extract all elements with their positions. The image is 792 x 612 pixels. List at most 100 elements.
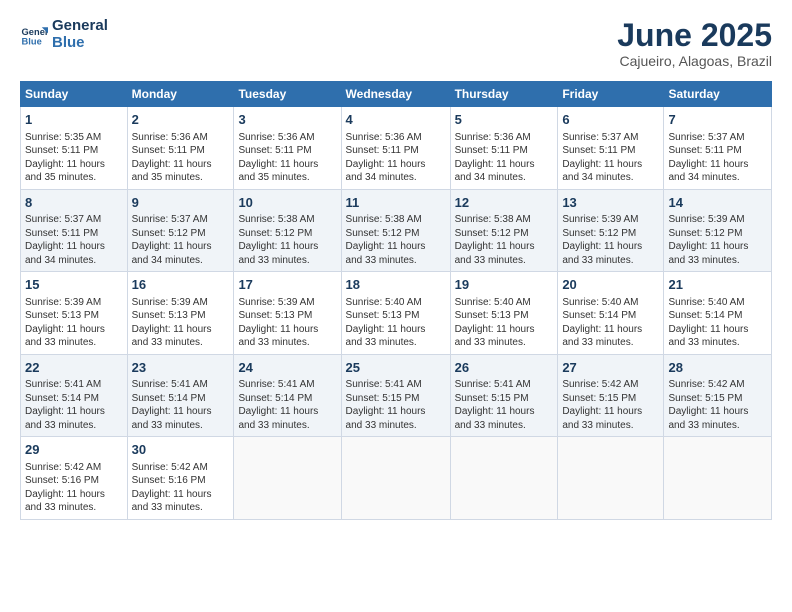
month-title: June 2025 [617, 18, 772, 53]
day-info-line: Daylight: 11 hours [25, 488, 123, 502]
day-info-line: and 34 minutes. [455, 171, 554, 185]
day-number: 17 [238, 276, 336, 294]
day-info-line: Daylight: 11 hours [238, 323, 336, 337]
day-info-line: Daylight: 11 hours [238, 158, 336, 172]
day-info-line: and 33 minutes. [562, 419, 659, 433]
day-info-line: Daylight: 11 hours [668, 158, 767, 172]
day-info-line: and 33 minutes. [346, 254, 446, 268]
day-info-line: Sunrise: 5:39 AM [132, 296, 230, 310]
day-number: 9 [132, 194, 230, 212]
day-info-line: Sunset: 5:13 PM [238, 309, 336, 323]
day-info-line: Sunrise: 5:38 AM [238, 213, 336, 227]
day-number: 30 [132, 441, 230, 459]
calendar-cell: 13Sunrise: 5:39 AMSunset: 5:12 PMDayligh… [558, 189, 664, 272]
day-info-line: Sunset: 5:13 PM [25, 309, 123, 323]
header-row: SundayMondayTuesdayWednesdayThursdayFrid… [21, 82, 772, 107]
calendar-cell: 22Sunrise: 5:41 AMSunset: 5:14 PMDayligh… [21, 354, 128, 437]
day-number: 15 [25, 276, 123, 294]
calendar-cell: 6Sunrise: 5:37 AMSunset: 5:11 PMDaylight… [558, 107, 664, 190]
day-info-line: Daylight: 11 hours [455, 405, 554, 419]
day-info-line: Sunrise: 5:38 AM [455, 213, 554, 227]
day-info-line: Sunrise: 5:40 AM [346, 296, 446, 310]
day-info-line: Sunrise: 5:36 AM [346, 131, 446, 145]
day-info-line: Sunrise: 5:41 AM [238, 378, 336, 392]
day-info-line: Sunrise: 5:42 AM [25, 461, 123, 475]
day-info-line: and 35 minutes. [132, 171, 230, 185]
calendar-cell: 2Sunrise: 5:36 AMSunset: 5:11 PMDaylight… [127, 107, 234, 190]
day-info-line: and 33 minutes. [25, 501, 123, 515]
day-number: 25 [346, 359, 446, 377]
calendar-cell: 10Sunrise: 5:38 AMSunset: 5:12 PMDayligh… [234, 189, 341, 272]
day-number: 29 [25, 441, 123, 459]
calendar-cell: 7Sunrise: 5:37 AMSunset: 5:11 PMDaylight… [664, 107, 772, 190]
header-day-friday: Friday [558, 82, 664, 107]
header-day-sunday: Sunday [21, 82, 128, 107]
day-info-line: Sunrise: 5:41 AM [132, 378, 230, 392]
day-info-line: Daylight: 11 hours [562, 158, 659, 172]
day-info-line: Sunset: 5:11 PM [25, 144, 123, 158]
day-info-line: Sunset: 5:14 PM [132, 392, 230, 406]
day-info-line: Sunset: 5:13 PM [346, 309, 446, 323]
calendar-week-3: 15Sunrise: 5:39 AMSunset: 5:13 PMDayligh… [21, 272, 772, 355]
day-info-line: Sunset: 5:11 PM [455, 144, 554, 158]
logo: General Blue General Blue [20, 18, 108, 51]
day-info-line: Sunset: 5:11 PM [132, 144, 230, 158]
calendar-cell [341, 437, 450, 520]
day-number: 26 [455, 359, 554, 377]
calendar-week-5: 29Sunrise: 5:42 AMSunset: 5:16 PMDayligh… [21, 437, 772, 520]
day-info-line: and 33 minutes. [455, 336, 554, 350]
header-day-saturday: Saturday [664, 82, 772, 107]
day-info-line: Sunrise: 5:36 AM [132, 131, 230, 145]
day-info-line: Daylight: 11 hours [668, 323, 767, 337]
calendar-cell: 25Sunrise: 5:41 AMSunset: 5:15 PMDayligh… [341, 354, 450, 437]
logo-blue: Blue [52, 35, 85, 52]
day-number: 5 [455, 111, 554, 129]
day-info-line: Sunset: 5:15 PM [455, 392, 554, 406]
calendar-cell: 23Sunrise: 5:41 AMSunset: 5:14 PMDayligh… [127, 354, 234, 437]
calendar-cell: 27Sunrise: 5:42 AMSunset: 5:15 PMDayligh… [558, 354, 664, 437]
day-info-line: Sunrise: 5:41 AM [455, 378, 554, 392]
day-info-line: Daylight: 11 hours [562, 323, 659, 337]
day-info-line: and 33 minutes. [346, 336, 446, 350]
day-info-line: Daylight: 11 hours [238, 240, 336, 254]
day-number: 10 [238, 194, 336, 212]
day-info-line: Daylight: 11 hours [668, 240, 767, 254]
day-info-line: and 33 minutes. [346, 419, 446, 433]
day-info-line: and 33 minutes. [668, 336, 767, 350]
calendar-cell [664, 437, 772, 520]
day-info-line: Daylight: 11 hours [132, 323, 230, 337]
day-info-line: Sunset: 5:12 PM [238, 227, 336, 241]
day-number: 16 [132, 276, 230, 294]
day-number: 22 [25, 359, 123, 377]
day-info-line: Sunset: 5:11 PM [25, 227, 123, 241]
day-number: 8 [25, 194, 123, 212]
day-info-line: Sunrise: 5:36 AM [455, 131, 554, 145]
calendar-cell: 5Sunrise: 5:36 AMSunset: 5:11 PMDaylight… [450, 107, 558, 190]
day-info-line: Daylight: 11 hours [25, 240, 123, 254]
day-info-line: Sunrise: 5:37 AM [668, 131, 767, 145]
day-info-line: Sunrise: 5:40 AM [668, 296, 767, 310]
calendar-cell: 17Sunrise: 5:39 AMSunset: 5:13 PMDayligh… [234, 272, 341, 355]
day-info-line: and 33 minutes. [668, 254, 767, 268]
day-number: 1 [25, 111, 123, 129]
calendar-cell: 19Sunrise: 5:40 AMSunset: 5:13 PMDayligh… [450, 272, 558, 355]
day-info-line: and 34 minutes. [132, 254, 230, 268]
title-block: June 2025 Cajueiro, Alagoas, Brazil [617, 18, 772, 69]
calendar-body: 1Sunrise: 5:35 AMSunset: 5:11 PMDaylight… [21, 107, 772, 520]
day-info-line: Sunset: 5:15 PM [668, 392, 767, 406]
day-info-line: Daylight: 11 hours [455, 323, 554, 337]
calendar-cell: 8Sunrise: 5:37 AMSunset: 5:11 PMDaylight… [21, 189, 128, 272]
calendar-cell [234, 437, 341, 520]
day-number: 4 [346, 111, 446, 129]
day-info-line: Sunrise: 5:36 AM [238, 131, 336, 145]
day-number: 27 [562, 359, 659, 377]
day-info-line: Sunset: 5:12 PM [346, 227, 446, 241]
calendar-cell: 14Sunrise: 5:39 AMSunset: 5:12 PMDayligh… [664, 189, 772, 272]
day-info-line: Sunset: 5:16 PM [25, 474, 123, 488]
calendar-cell: 15Sunrise: 5:39 AMSunset: 5:13 PMDayligh… [21, 272, 128, 355]
day-info-line: Sunrise: 5:42 AM [132, 461, 230, 475]
day-info-line: and 35 minutes. [238, 171, 336, 185]
day-number: 13 [562, 194, 659, 212]
day-info-line: and 35 minutes. [25, 171, 123, 185]
page-container: General Blue General Blue June 2025 Caju… [0, 0, 792, 530]
